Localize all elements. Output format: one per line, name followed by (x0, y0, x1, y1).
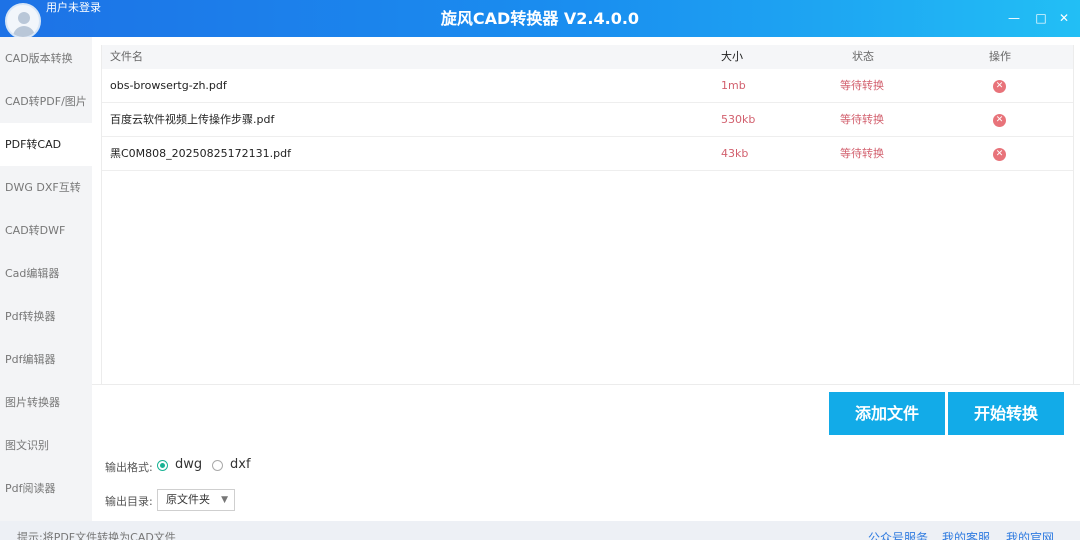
sidebar-item-cad-to-pdf[interactable]: CAD转PDF/图片 (0, 80, 92, 123)
format-option-dwg[interactable]: dwg (175, 457, 202, 472)
file-status: 等待转换 (840, 113, 884, 126)
format-radio-dwg[interactable] (157, 460, 168, 471)
output-dir-value: 原文件夹 (166, 493, 210, 506)
sidebar-item-pdf-reader[interactable]: Pdf阅读器 (0, 467, 92, 510)
file-status: 等待转换 (840, 147, 884, 160)
footer-link-support[interactable]: 我的客服 (942, 529, 990, 540)
add-file-button[interactable]: 添加文件 (829, 392, 945, 435)
footer-link-official-account[interactable]: 公众号服务 (868, 529, 928, 540)
delete-icon[interactable]: ✕ (993, 114, 1006, 127)
title-bar: 用户未登录 旋风CAD转换器 V2.4.0.0 — □ ✕ (0, 0, 1080, 39)
delete-icon[interactable]: ✕ (993, 80, 1006, 93)
output-dir-select[interactable]: 原文件夹 ▼ (157, 489, 235, 511)
file-size: 1mb (721, 79, 746, 92)
header-size: 大小 (721, 50, 743, 63)
header-name: 文件名 (110, 50, 143, 63)
file-name: 黑C0M808_20250825172131.pdf (110, 147, 291, 160)
close-icon[interactable]: ✕ (1056, 10, 1072, 26)
file-size: 530kb (721, 113, 756, 126)
table-row[interactable]: 百度云软件视频上传操作步骤.pdf 530kb 等待转换 ✕ (102, 103, 1073, 137)
app-window: 用户未登录 旋风CAD转换器 V2.4.0.0 — □ ✕ CAD版本转换 CA… (0, 0, 1080, 540)
sidebar: CAD版本转换 CAD转PDF/图片 PDF转CAD DWG DXF互转 CAD… (0, 37, 92, 521)
sidebar-item-pdf-converter[interactable]: Pdf转换器 (0, 295, 92, 338)
header-action: 操作 (989, 50, 1011, 63)
format-option-dxf[interactable]: dxf (230, 457, 251, 472)
table-header: 文件名 大小 状态 操作 (102, 45, 1073, 69)
file-name: 百度云软件视频上传操作步骤.pdf (110, 113, 275, 126)
file-size: 43kb (721, 147, 749, 160)
sidebar-item-pdf-editor[interactable]: Pdf编辑器 (0, 338, 92, 381)
maximize-icon[interactable]: □ (1033, 10, 1049, 26)
sidebar-item-image-converter[interactable]: 图片转换器 (0, 381, 92, 424)
table-row[interactable]: obs-browsertg-zh.pdf 1mb 等待转换 ✕ (102, 69, 1073, 103)
start-convert-button[interactable]: 开始转换 (948, 392, 1064, 435)
footer-tip: 提示:将PDF文件转换为CAD文件 (17, 531, 176, 540)
sidebar-item-cad-editor[interactable]: Cad编辑器 (0, 252, 92, 295)
format-radio-dxf[interactable] (212, 460, 223, 471)
sidebar-item-cad-version[interactable]: CAD版本转换 (0, 37, 92, 80)
chevron-down-icon: ▼ (221, 495, 228, 505)
minimize-icon[interactable]: — (1006, 10, 1022, 26)
delete-icon[interactable]: ✕ (993, 148, 1006, 161)
sidebar-item-pdf-to-cad[interactable]: PDF转CAD (0, 123, 92, 166)
divider (92, 384, 1080, 385)
app-title: 旋风CAD转换器 V2.4.0.0 (440, 9, 640, 28)
status-bar: 提示:将PDF文件转换为CAD文件 公众号服务 我的客服 我的官网 (0, 521, 1080, 540)
file-table: 文件名 大小 状态 操作 obs-browsertg-zh.pdf 1mb 等待… (101, 45, 1074, 385)
header-status: 状态 (852, 50, 874, 63)
output-format-label: 输出格式: (105, 461, 153, 474)
sidebar-item-dwg-dxf[interactable]: DWG DXF互转 (0, 166, 92, 209)
table-row[interactable]: 黑C0M808_20250825172131.pdf 43kb 等待转换 ✕ (102, 137, 1073, 171)
file-name: obs-browsertg-zh.pdf (110, 79, 227, 92)
output-dir-label: 输出目录: (105, 495, 153, 508)
sidebar-item-cad-to-dwf[interactable]: CAD转DWF (0, 209, 92, 252)
footer-link-website[interactable]: 我的官网 (1006, 529, 1054, 540)
sidebar-item-ocr[interactable]: 图文识别 (0, 424, 92, 467)
main-content: 文件名 大小 状态 操作 obs-browsertg-zh.pdf 1mb 等待… (92, 37, 1080, 521)
file-status: 等待转换 (840, 79, 884, 92)
